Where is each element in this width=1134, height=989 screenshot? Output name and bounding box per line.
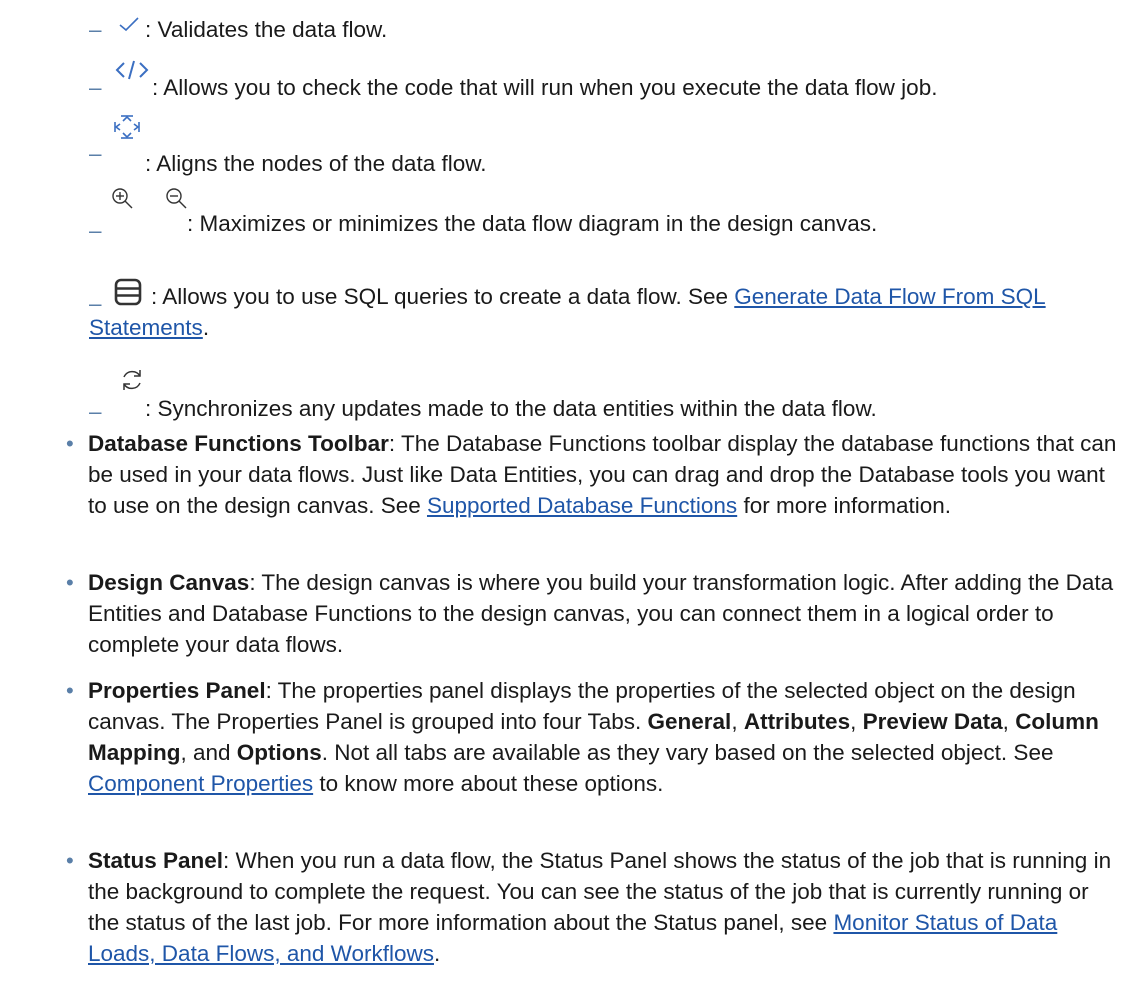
bullet-marker: •: [66, 570, 74, 595]
term-description-end: .: [433, 941, 441, 966]
align-nodes-icon[interactable]: [111, 112, 143, 150]
bullet-marker: •: [66, 848, 74, 873]
toolbar-item-text-end: .: [202, 315, 210, 340]
term-description-cont: . Not all tabs are available as they var…: [321, 740, 1054, 765]
zoom-in-icon[interactable]: [110, 186, 134, 218]
dash-marker: –: [89, 75, 102, 100]
term-description-end: to know more about these options.: [313, 771, 664, 796]
zoom-out-icon[interactable]: [164, 186, 188, 218]
bullet-marker: •: [66, 431, 74, 456]
term-label: Design Canvas: [88, 570, 250, 595]
separator: ,: [850, 709, 863, 734]
list-item-text: Database Functions Toolbar: The Database…: [88, 428, 1118, 521]
toolbar-item-text: : Allows you to use SQL queries to creat…: [89, 281, 1119, 343]
component-properties-link[interactable]: Component Properties: [88, 771, 313, 796]
toolbar-item-text: : Allows you to check the code that will…: [152, 75, 938, 100]
refresh-icon[interactable]: [119, 367, 145, 401]
separator: ,: [1002, 709, 1016, 734]
toolbar-item-text: : Synchronizes any updates made to the d…: [145, 396, 877, 421]
tab-options-label: Options: [236, 740, 322, 765]
toolbar-item-text-start: : Allows you to use SQL queries to creat…: [151, 284, 735, 309]
separator: ,: [731, 709, 744, 734]
tab-preview-data-label: Preview Data: [862, 709, 1003, 734]
list-item-text: Properties Panel: The properties panel d…: [88, 675, 1118, 799]
term-description-end: for more information.: [737, 493, 952, 518]
toolbar-item-text: : Validates the data flow.: [145, 17, 388, 42]
dash-marker: –: [89, 218, 102, 243]
dash-marker: –: [89, 141, 102, 166]
term-label: Database Functions Toolbar: [88, 431, 389, 456]
toolbar-item-text: : Maximizes or minimizes the data flow d…: [187, 211, 878, 236]
supported-database-functions-link[interactable]: Supported Database Functions: [427, 493, 737, 518]
code-icon[interactable]: [115, 58, 149, 89]
term-label: Properties Panel: [88, 678, 266, 703]
bullet-marker: •: [66, 678, 74, 703]
term-label: Status Panel: [88, 848, 224, 873]
checkmark-icon[interactable]: [118, 10, 140, 41]
dash-marker: –: [89, 17, 102, 42]
separator: , and: [180, 740, 237, 765]
toolbar-item-text: : Aligns the nodes of the data flow.: [145, 151, 487, 176]
dash-marker: –: [89, 399, 102, 424]
list-item-text: Status Panel: When you run a data flow, …: [88, 845, 1118, 969]
tab-attributes-label: Attributes: [743, 709, 851, 734]
list-item-text: Design Canvas: The design canvas is wher…: [88, 567, 1118, 660]
tab-general-label: General: [647, 709, 732, 734]
